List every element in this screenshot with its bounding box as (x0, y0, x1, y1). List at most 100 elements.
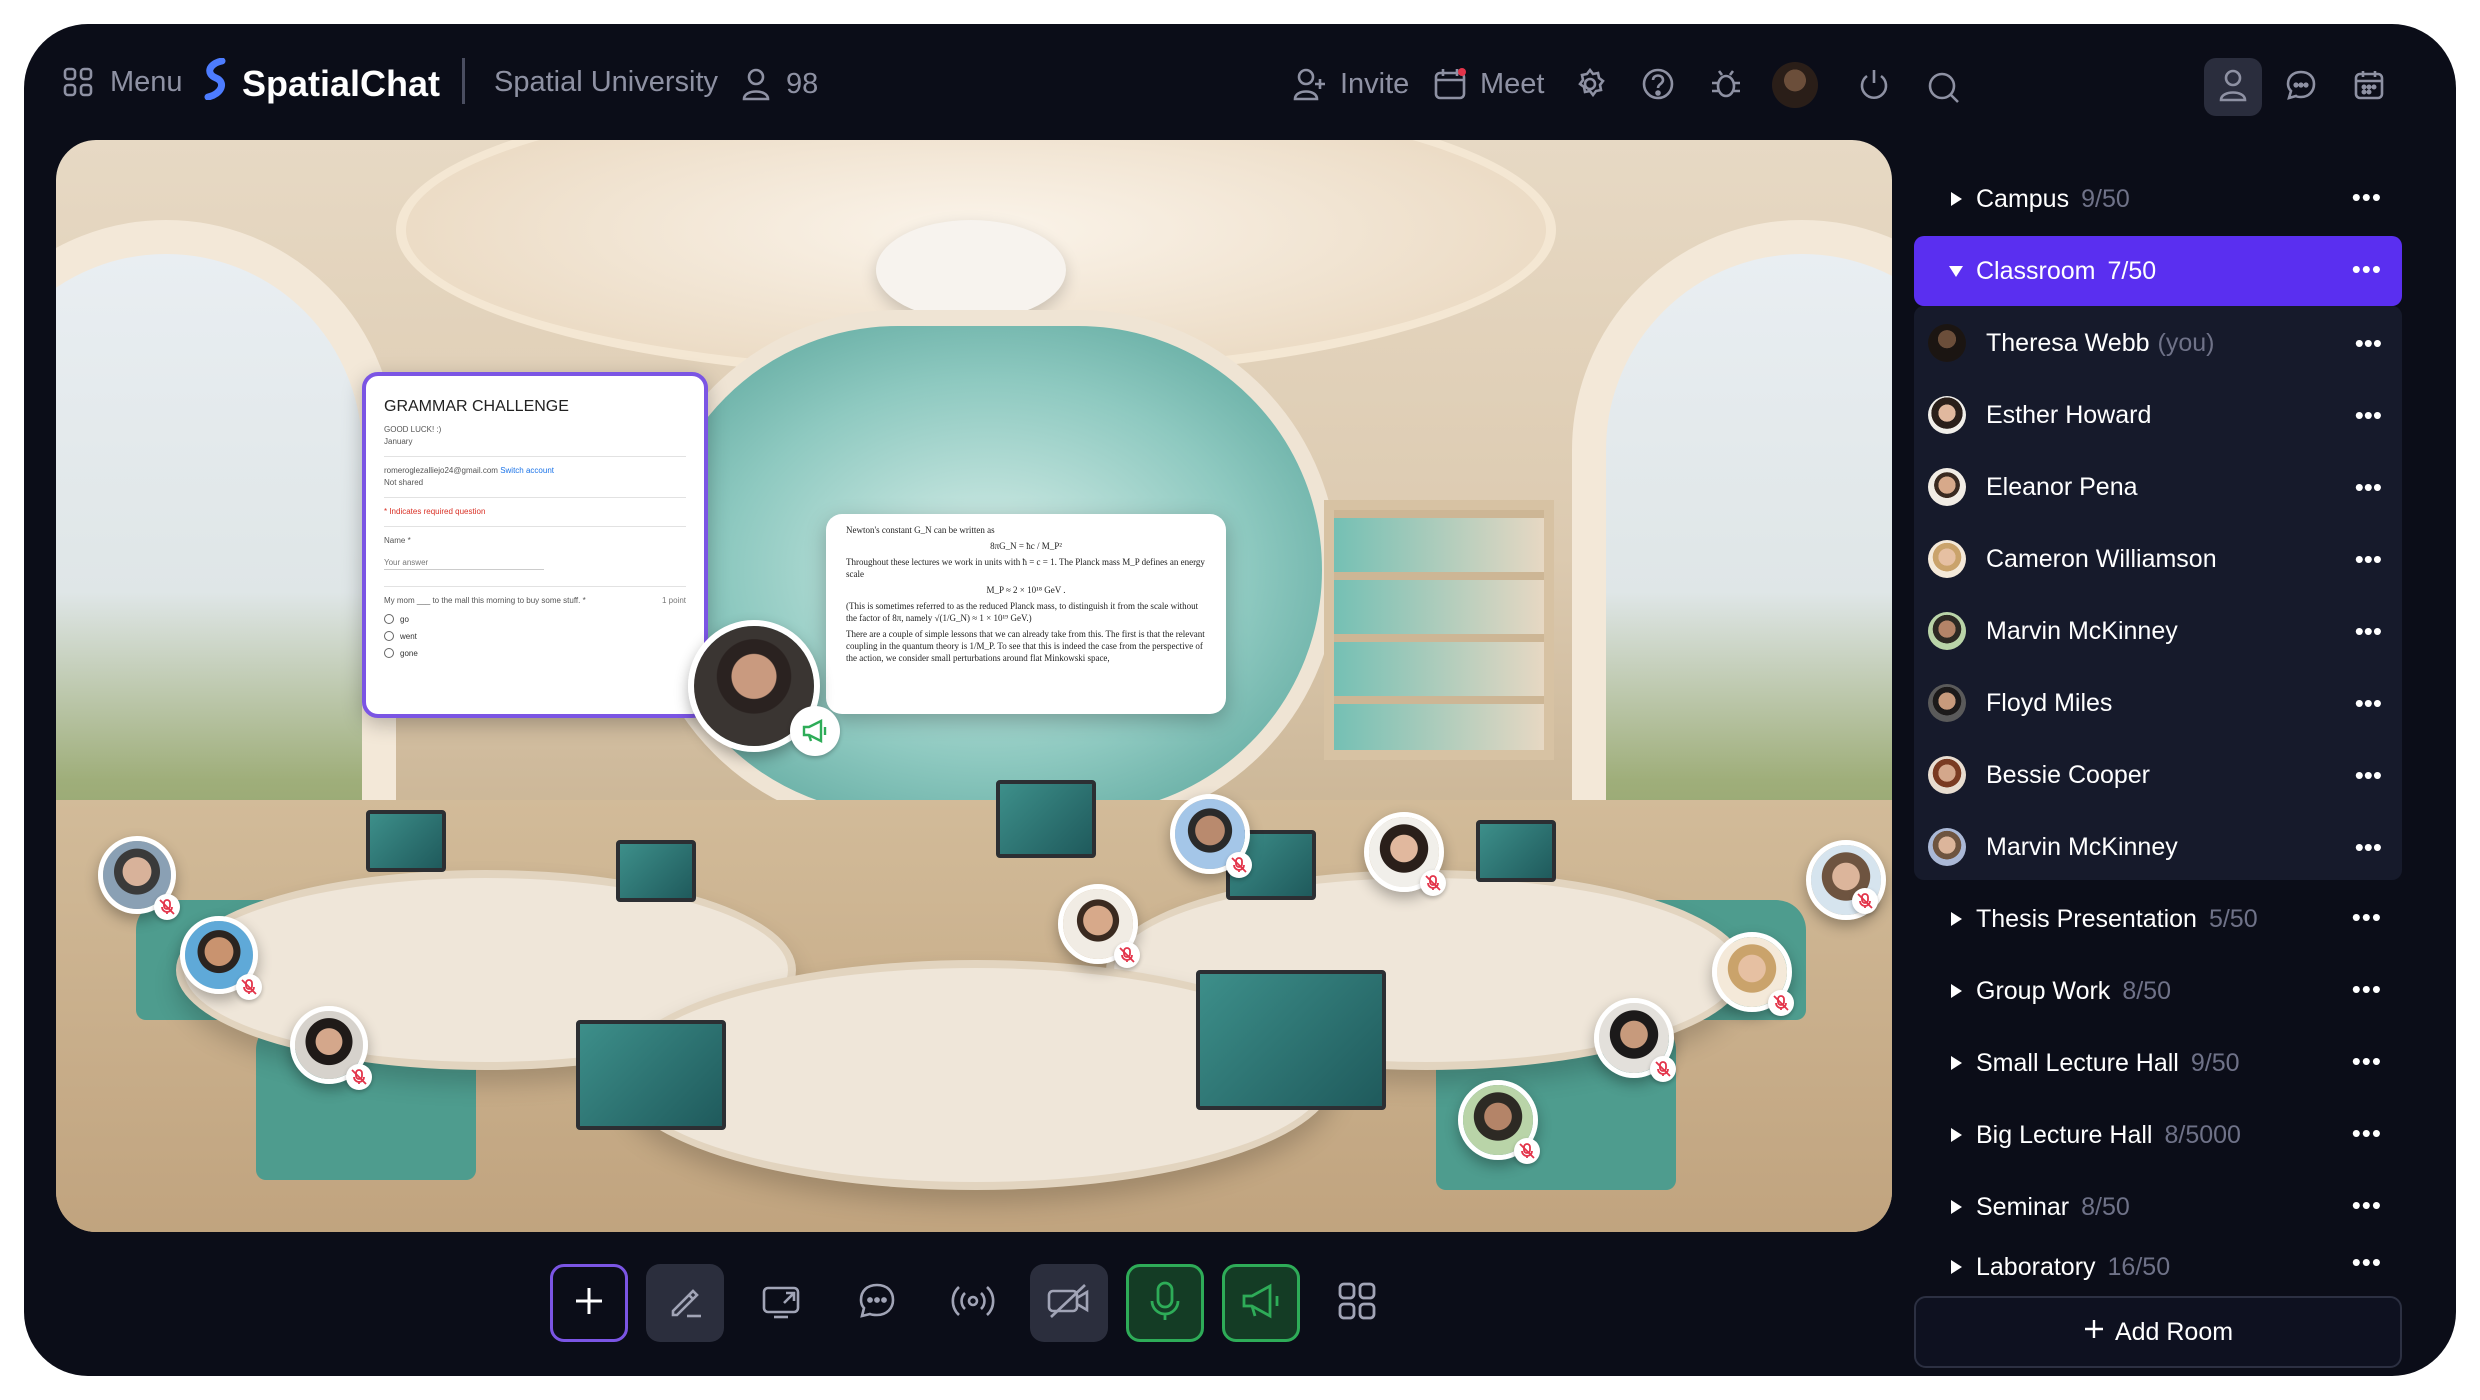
more-options-icon[interactable]: ••• (2352, 1048, 2382, 1074)
member-item[interactable]: Eleanor Pena ••• (1914, 452, 2402, 522)
microphone-button[interactable] (1126, 1264, 1204, 1342)
menu-button[interactable]: Menu (58, 62, 183, 102)
add-content-button[interactable] (550, 1264, 628, 1342)
shared-document-panel[interactable]: Newton's constant G_N can be written as … (826, 514, 1226, 714)
add-user-icon (1290, 64, 1330, 104)
name-answer-input[interactable]: Your answer (384, 557, 544, 570)
laptop (1476, 820, 1556, 882)
room-item-campus[interactable]: Campus 9/50 ••• (1914, 164, 2402, 234)
muted-mic-icon (154, 894, 180, 920)
draw-button[interactable] (646, 1264, 724, 1342)
camera-off-icon (1045, 1281, 1093, 1326)
more-options-icon[interactable]: ••• (2352, 1192, 2382, 1218)
space-name[interactable]: Spatial University (494, 66, 718, 99)
radio-option[interactable]: gone (384, 648, 686, 658)
help-icon[interactable] (1638, 64, 1678, 104)
room-name: Big Lecture Hall (1976, 1120, 2153, 1149)
settings-gear-icon[interactable] (1570, 64, 1610, 104)
rooms-sidebar: Campus 9/50 ••• Classroom 7/50 ••• There… (1914, 142, 2404, 1281)
caret-right-icon (1936, 956, 1976, 1026)
member-item[interactable]: Esther Howard ••• (1914, 380, 2402, 450)
schedule-panel-button[interactable] (2340, 58, 2398, 116)
room-item-small-lecture-hall[interactable]: Small Lecture Hall 9/50 ••• (1914, 1028, 2402, 1098)
room-item-thesis-presentation[interactable]: Thesis Presentation 5/50 ••• (1914, 884, 2402, 954)
ceiling-fan (876, 220, 1066, 320)
more-options-icon[interactable]: ••• (2352, 1120, 2382, 1146)
room-count: 7/50 (2107, 256, 2157, 285)
muted-mic-icon (1650, 1056, 1676, 1082)
grammar-challenge-form[interactable]: GRAMMAR CHALLENGE GOOD LUCK! :) January … (362, 372, 708, 718)
power-icon[interactable] (1854, 64, 1894, 104)
member-item[interactable]: Marvin McKinney ••• (1914, 812, 2402, 882)
form-title: GRAMMAR CHALLENGE (384, 398, 569, 415)
people-panel-button[interactable] (2204, 58, 2262, 116)
brand-name: SpatialChat (242, 62, 441, 104)
camera-toggle-button[interactable] (1030, 1264, 1108, 1342)
member-item[interactable]: Theresa Webb (you) ••• (1914, 308, 2402, 378)
top-bar: Menu SpatialChat Spatial University 98 I… (24, 24, 2456, 142)
question-row: My mom ___ to the mall this morning to b… (384, 595, 686, 607)
muted-mic-icon (1420, 870, 1446, 896)
member-item[interactable]: Cameron Williamson ••• (1914, 524, 2402, 594)
more-options-icon[interactable]: ••• (2355, 328, 2382, 359)
laptop (996, 780, 1096, 858)
chat-button[interactable] (838, 1264, 916, 1342)
laptop (366, 810, 446, 872)
form-subtitle-date: January (384, 437, 413, 446)
add-room-button[interactable]: Add Room (1914, 1296, 2402, 1368)
more-options-icon[interactable]: ••• (2355, 616, 2382, 647)
apps-grid-button[interactable] (1318, 1264, 1396, 1342)
invite-button[interactable]: Invite (1290, 64, 1409, 104)
room-item-classroom[interactable]: Classroom 7/50 ••• (1914, 236, 2402, 306)
room-item-seminar[interactable]: Seminar 8/50 ••• (1914, 1172, 2402, 1242)
user-count[interactable]: 98 (736, 64, 818, 104)
virtual-classroom-canvas[interactable]: GRAMMAR CHALLENGE GOOD LUCK! :) January … (56, 140, 1892, 1232)
room-count: 9/50 (2190, 1048, 2240, 1077)
member-item[interactable]: Bessie Cooper ••• (1914, 740, 2402, 810)
caret-right-icon (1936, 1242, 1976, 1292)
plus-icon (2083, 1318, 2105, 1347)
megaphone-button[interactable] (1222, 1264, 1300, 1342)
member-item[interactable]: Floyd Miles ••• (1914, 668, 2402, 738)
more-options-icon[interactable]: ••• (2352, 904, 2382, 930)
more-options-icon[interactable]: ••• (2355, 760, 2382, 791)
more-options-icon[interactable]: ••• (2352, 256, 2382, 282)
more-options-icon[interactable]: ••• (2355, 688, 2382, 719)
more-options-icon[interactable]: ••• (2352, 976, 2382, 1002)
room-count: 16/50 (2107, 1252, 2171, 1281)
more-options-icon[interactable]: ••• (2355, 472, 2382, 503)
member-name: Bessie Cooper (1986, 760, 2150, 789)
profile-avatar[interactable] (1772, 62, 1818, 108)
more-options-icon[interactable]: ••• (2355, 544, 2382, 575)
caret-right-icon (1936, 164, 1976, 234)
room-name: Campus (1976, 184, 2070, 213)
form-account: romeroglezalliejo24@gmail.com Switch acc… (384, 465, 686, 477)
search-icon[interactable] (1924, 68, 1964, 108)
chat-bubble-icon (857, 1281, 897, 1326)
caret-right-icon (1936, 884, 1976, 954)
screen-share-icon (760, 1281, 802, 1326)
room-count: 8/50 (2122, 976, 2171, 1005)
member-avatar (1928, 828, 1966, 866)
room-item-laboratory[interactable]: Laboratory 16/50 ••• (1914, 1242, 2402, 1292)
radio-option[interactable]: went (384, 631, 686, 641)
laptop (576, 1020, 726, 1130)
more-options-icon[interactable]: ••• (2352, 184, 2382, 210)
meet-button[interactable]: Meet (1430, 64, 1544, 104)
more-options-icon[interactable]: ••• (2352, 1249, 2382, 1275)
more-options-icon[interactable]: ••• (2355, 400, 2382, 431)
broadcast-button[interactable] (934, 1264, 1012, 1342)
member-item[interactable]: Marvin McKinney ••• (1914, 596, 2402, 666)
member-you-tag: (you) (2157, 328, 2215, 357)
doc-line: Newton's constant G_N can be written as (846, 525, 995, 535)
radio-option[interactable]: go (384, 614, 686, 624)
add-room-label: Add Room (2114, 1317, 2234, 1346)
chat-panel-button[interactable] (2272, 58, 2330, 116)
share-screen-button[interactable] (742, 1264, 820, 1342)
room-item-group-work[interactable]: Group Work 8/50 ••• (1914, 956, 2402, 1026)
person-icon (2218, 68, 2248, 107)
room-item-big-lecture-hall[interactable]: Big Lecture Hall 8/5000 ••• (1914, 1100, 2402, 1170)
more-options-icon[interactable]: ••• (2355, 832, 2382, 863)
bug-report-icon[interactable] (1706, 64, 1746, 104)
switch-account-link[interactable]: Switch account (500, 466, 554, 475)
